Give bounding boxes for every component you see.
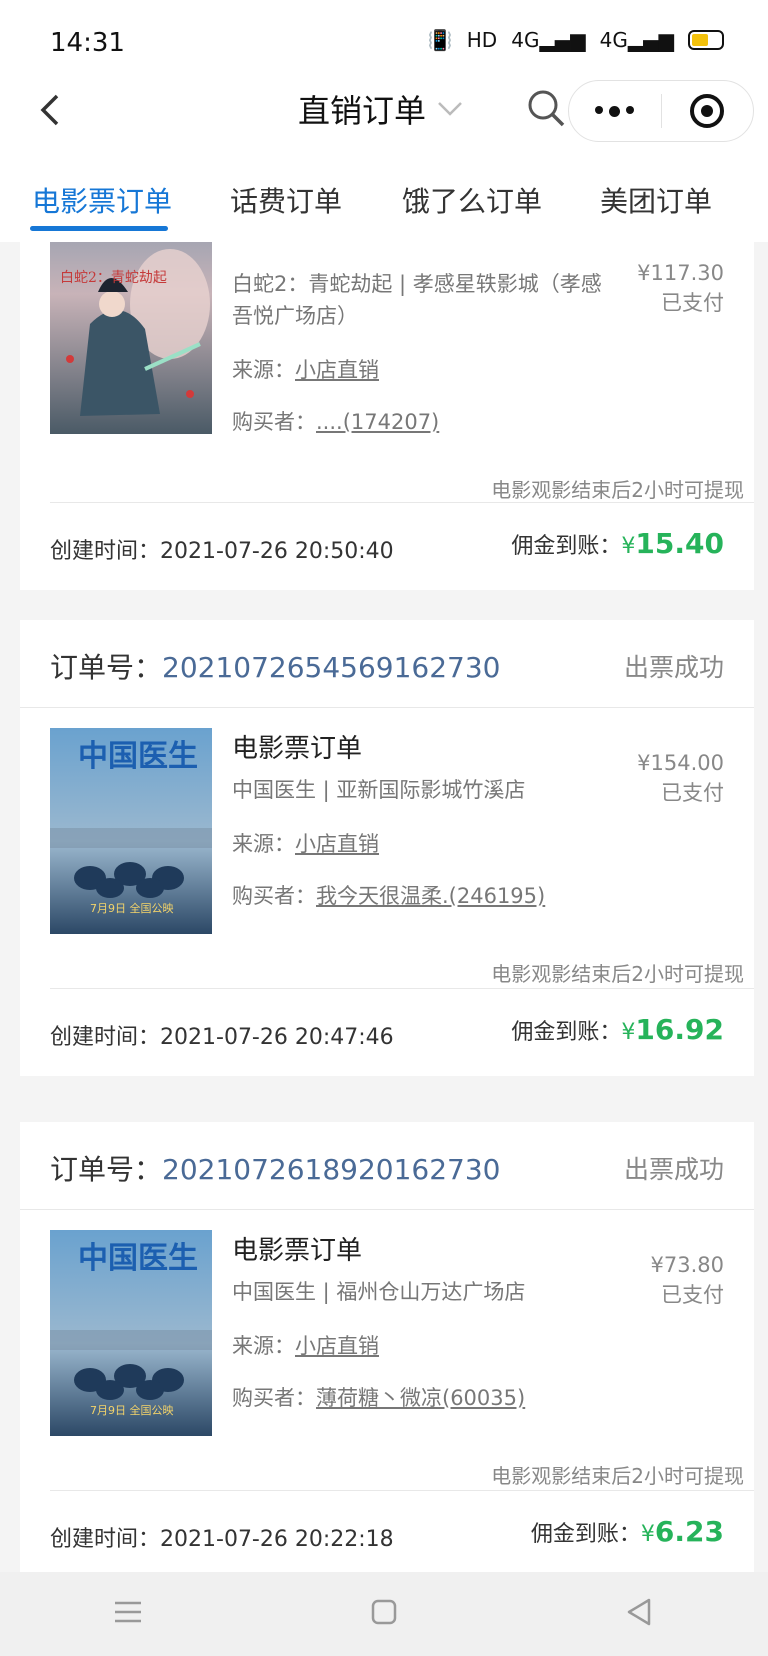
mini-program-capsule — [568, 80, 754, 142]
nav-bar: 直销订单 — [0, 70, 768, 150]
order-body: 中国医生 7月9日 全国公映 电影票订单 中国医生 | 亚新国际影城竹溪店 来源… — [20, 708, 754, 988]
home-icon[interactable] — [370, 1598, 398, 1630]
signal-icon-2: 4G▂▄▆ — [599, 28, 674, 52]
order-footer: 创建时间：2021-07-26 20:47:46 佣金到账：¥16.92 — [50, 988, 754, 1076]
movie-cinema: 白蛇2：青蛇劫起 | 孝感星轶影城（孝感吾悦广场店） — [232, 272, 602, 328]
signal-icon-1: 4G▂▄▆ — [511, 28, 586, 52]
withdraw-notice: 电影观影结束后2小时可提现 — [491, 962, 744, 986]
movie-poster: 中国医生 7月9日 全国公映 — [50, 728, 212, 934]
close-target-icon[interactable] — [662, 94, 754, 128]
commission: 佣金到账：¥6.23 — [530, 1515, 724, 1548]
order-body: 中国医生 7月9日 全国公映 电影票订单 中国医生 | 福州仓山万达广场店 来源… — [20, 1210, 754, 1490]
active-tab-indicator — [30, 226, 168, 231]
buyer-line: 购买者：....(174207) — [232, 410, 440, 434]
source-link[interactable]: 小店直销 — [295, 1334, 379, 1358]
search-icon[interactable] — [526, 88, 566, 128]
price-block: ¥73.80 已支付 — [651, 1250, 724, 1310]
pay-status: 已支付 — [661, 1283, 724, 1307]
order-number: 订单号：2021072654569162730 — [50, 651, 501, 684]
order-card[interactable]: 订单号：2021072654569162730 出票成功 中国医生 7月9日 全… — [20, 620, 754, 1076]
more-icon[interactable] — [569, 105, 661, 117]
ticket-status: 出票成功 — [623, 1155, 724, 1184]
hd-label: HD — [466, 28, 498, 52]
commission: 佣金到账：¥16.92 — [511, 1013, 724, 1046]
order-info: 电影票订单 中国医生 | 福州仓山万达广场店 来源：小店直销 购买者：薄荷糖丶微… — [232, 1230, 612, 1412]
order-type: 电影票订单 — [232, 734, 363, 764]
created-time: 创建时间：2021-07-26 20:50:40 — [50, 539, 394, 564]
tab-phone[interactable]: 话费订单 — [230, 180, 342, 220]
order-price: ¥117.30 — [637, 261, 724, 285]
buyer-line: 购买者：薄荷糖丶微凉(60035) — [232, 1386, 526, 1410]
movie-poster: 白蛇2：青蛇劫起 — [50, 242, 212, 434]
source-link[interactable]: 小店直销 — [295, 832, 379, 856]
order-info: 白蛇2：青蛇劫起 | 孝感星轶影城（孝感吾悦广场店） 来源：小店直销 购买者：.… — [232, 262, 612, 436]
source-link[interactable]: 小店直销 — [295, 358, 379, 382]
buyer-link[interactable]: ....(174207) — [316, 410, 439, 434]
status-icons: 📳 HD 4G▂▄▆ 4G▂▄▆ — [428, 28, 724, 52]
tab-movie[interactable]: 电影票订单 — [32, 180, 172, 220]
created-time: 创建时间：2021-07-26 20:22:18 — [50, 1527, 394, 1552]
pay-status: 已支付 — [661, 291, 724, 315]
battery-icon — [688, 30, 724, 50]
price-block: ¥154.00 已支付 — [637, 748, 724, 808]
order-footer: 创建时间：2021-07-26 20:50:40 佣金到账：¥15.40 — [50, 502, 754, 590]
svg-text:中国医生: 中国医生 — [78, 1241, 198, 1276]
created-time: 创建时间：2021-07-26 20:47:46 — [50, 1025, 394, 1050]
buyer-line: 购买者：我今天很温柔.(246195) — [232, 884, 546, 908]
movie-cinema: 中国医生 | 亚新国际影城竹溪店 — [232, 778, 526, 802]
back-icon[interactable] — [30, 90, 70, 130]
source-line: 来源：小店直销 — [232, 1334, 379, 1358]
ticket-status: 出票成功 — [623, 653, 724, 682]
order-card[interactable]: 订单号：2021072618920162730 出票成功 中国医生 7月9日 全… — [20, 1122, 754, 1572]
svg-text:7月9日 全国公映: 7月9日 全国公映 — [90, 1403, 174, 1417]
chevron-down-icon — [438, 102, 462, 116]
tab-meituan[interactable]: 美团订单 — [600, 180, 712, 220]
vibrate-icon: 📳 — [427, 28, 453, 52]
withdraw-notice: 电影观影结束后2小时可提现 — [491, 478, 744, 502]
svg-text:7月9日 全国公映: 7月9日 全国公映 — [90, 901, 174, 915]
menu-icon[interactable] — [113, 1599, 143, 1629]
status-time: 14:31 — [50, 28, 125, 58]
svg-text:中国医生: 中国医生 — [78, 739, 198, 774]
order-price: ¥73.80 — [650, 1253, 724, 1277]
order-type: 电影票订单 — [232, 1236, 363, 1266]
source-line: 来源：小店直销 — [232, 358, 379, 382]
system-navigation-bar — [0, 1572, 768, 1656]
pay-status: 已支付 — [661, 781, 724, 805]
movie-cinema: 中国医生 | 福州仓山万达广场店 — [232, 1280, 526, 1304]
page-title-text: 直销订单 — [298, 92, 427, 130]
order-tabs: 电影票订单 话费订单 饿了么订单 美团订单 — [0, 150, 768, 242]
order-footer: 创建时间：2021-07-26 20:22:18 佣金到账：¥6.23 — [50, 1490, 754, 1572]
movie-poster: 中国医生 7月9日 全国公映 — [50, 1230, 212, 1436]
buyer-link[interactable]: 薄荷糖丶微凉(60035) — [316, 1386, 525, 1410]
order-card[interactable]: 白蛇2：青蛇劫起 白蛇2：青蛇劫起 | 孝感星轶影城（孝感吾悦广场店） 来源：小… — [20, 242, 754, 590]
withdraw-notice: 电影观影结束后2小时可提现 — [491, 1464, 744, 1488]
price-block: ¥117.30 已支付 — [637, 258, 724, 318]
source-line: 来源：小店直销 — [232, 832, 379, 856]
svg-text:白蛇2：青蛇劫起: 白蛇2：青蛇劫起 — [60, 270, 167, 286]
page-title[interactable]: 直销订单 — [298, 86, 464, 132]
order-number: 订单号：2021072618920162730 — [50, 1153, 501, 1186]
order-header: 订单号：2021072654569162730 出票成功 — [20, 620, 754, 708]
order-header: 订单号：2021072618920162730 出票成功 — [20, 1122, 754, 1210]
order-list: 白蛇2：青蛇劫起 白蛇2：青蛇劫起 | 孝感星轶影城（孝感吾悦广场店） 来源：小… — [0, 242, 768, 1572]
commission: 佣金到账：¥15.40 — [511, 527, 724, 560]
order-info: 电影票订单 中国医生 | 亚新国际影城竹溪店 来源：小店直销 购买者：我今天很温… — [232, 728, 612, 910]
tab-eleme[interactable]: 饿了么订单 — [402, 180, 542, 220]
back-nav-icon[interactable] — [625, 1597, 655, 1631]
buyer-link[interactable]: 我今天很温柔.(246195) — [316, 884, 545, 908]
order-price: ¥154.00 — [637, 751, 724, 775]
